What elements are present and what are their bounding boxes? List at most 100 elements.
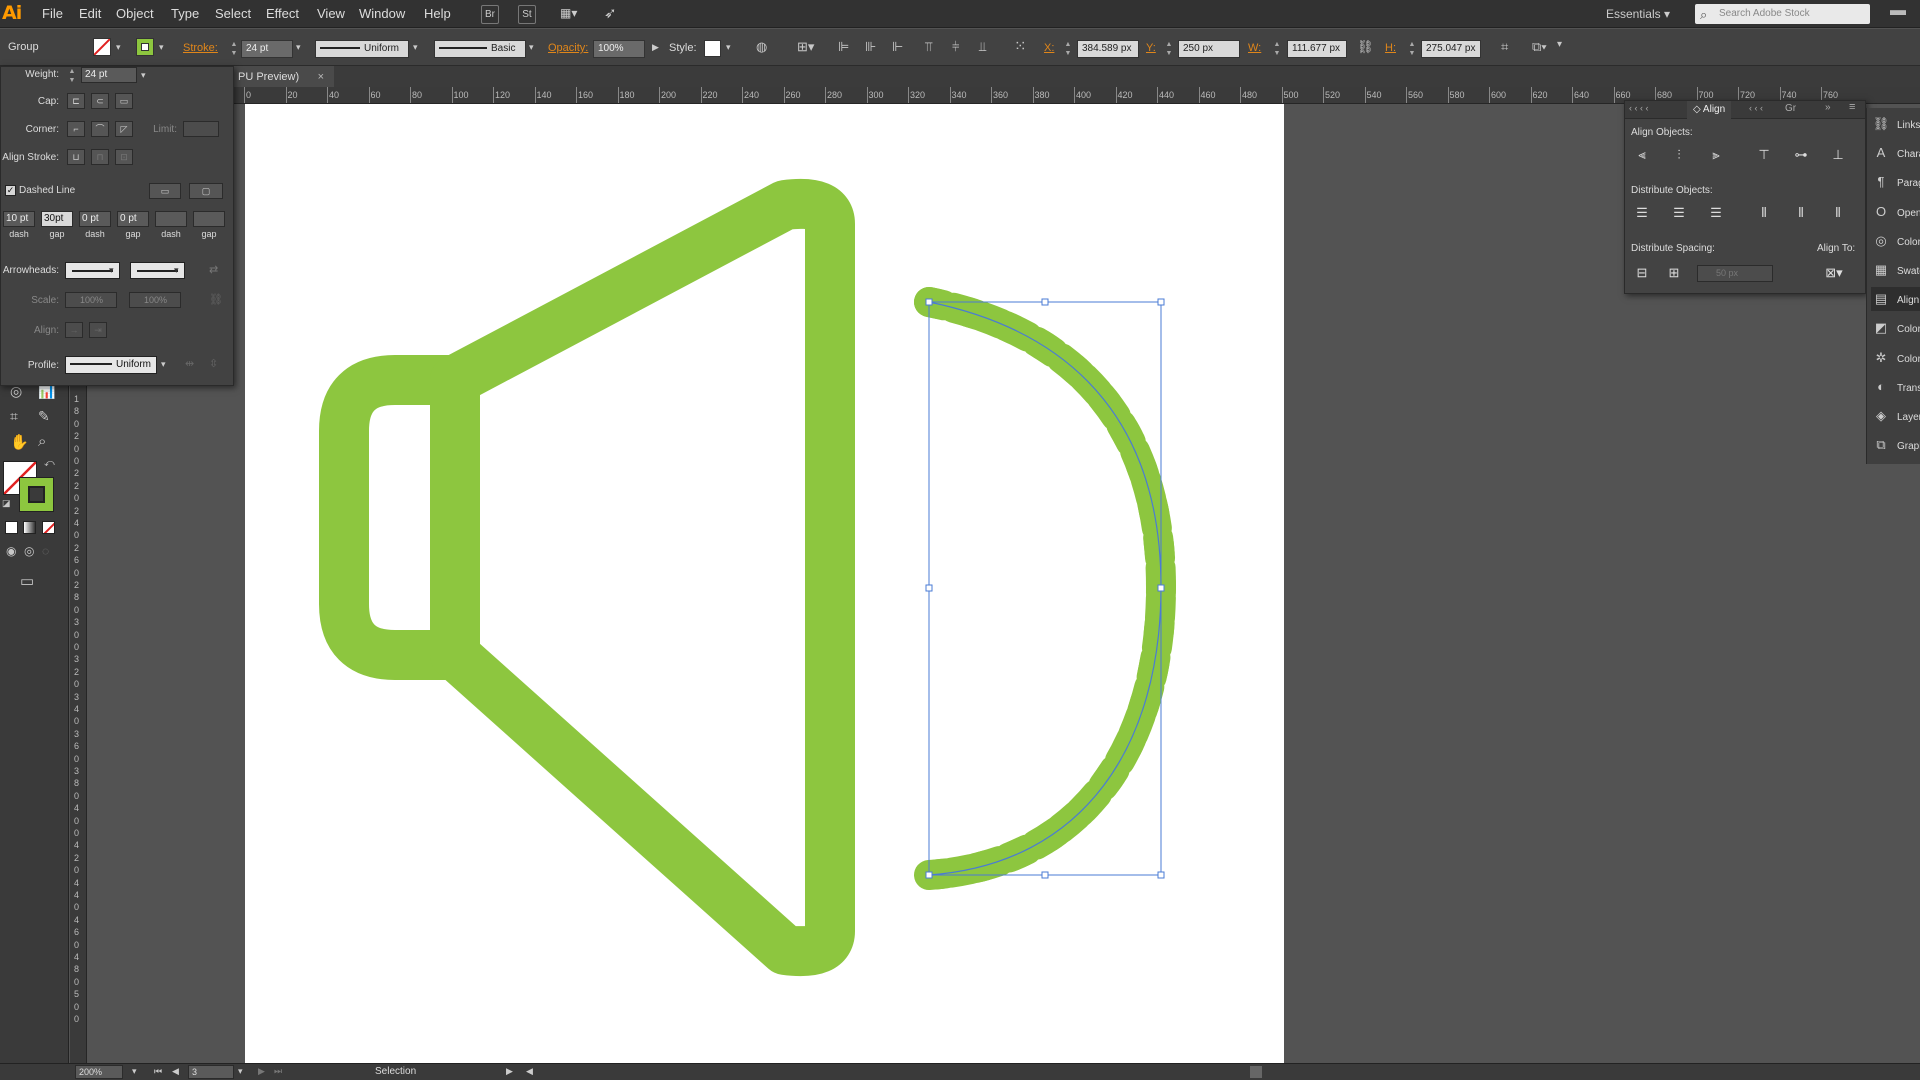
distribute-left-icon[interactable]: ⫴ [1753,203,1775,223]
dock-item-align[interactable]: ▤ Align [1871,287,1920,312]
bevel-join-icon[interactable]: ◸ [115,121,133,137]
stroke-label[interactable]: Stroke: [183,42,218,54]
draw-normal-icon[interactable]: ◉ [6,544,16,558]
y-field[interactable]: 250 px [1178,40,1240,58]
spacing-value-field[interactable]: 50 px [1697,265,1773,282]
width-profile-select[interactable]: Uniform [65,356,157,374]
align-stroke-center-icon[interactable]: ⊔ [67,149,85,165]
gap-2-field[interactable]: 0 pt [117,211,149,227]
handle-bottom-right[interactable] [1157,871,1165,879]
stroke-color-swatch[interactable] [136,38,154,56]
stroke-weight-panel-field[interactable]: 24 pt [81,67,137,83]
flip-along-icon[interactable]: ⇹ [185,357,194,370]
x-label[interactable]: X: [1044,42,1054,54]
fill-none-swatch[interactable] [93,38,111,56]
handle-bottom-left[interactable] [925,871,933,879]
round-join-icon[interactable]: ⌒ [91,121,109,137]
gpu-rocket-icon[interactable]: ➶ [604,4,617,22]
menu-view[interactable]: View [311,0,351,28]
align-dash-corners-icon[interactable]: ▢ [189,183,223,199]
fill-dropdown-icon[interactable]: ▾ [116,42,121,53]
dash-3-field[interactable] [155,211,187,227]
tab-overflow-icon[interactable]: ‹ ‹ ‹ [1749,103,1763,113]
constrain-proportions-icon[interactable]: ⛓ [1357,39,1374,55]
w-spinner[interactable]: ▲ ▼ [1272,40,1282,58]
align-right-icon[interactable]: ⊩ [892,39,903,55]
flip-across-icon[interactable]: ⇳ [209,357,218,370]
menu-file[interactable]: File [36,0,69,28]
arrow-place-icon[interactable]: ⇥ [89,322,107,338]
distribute-hcenter-icon[interactable]: ⫴ [1790,203,1812,223]
next-artboard-icon[interactable]: ▶ [258,1066,265,1077]
menu-object[interactable]: Object [110,0,160,28]
x-field[interactable]: 384.589 px [1077,40,1139,58]
stroke-weight-panel-dropdown-icon[interactable]: ▾ [141,70,146,81]
miter-join-icon[interactable]: ⌐ [67,121,85,137]
graphic-style-swatch[interactable] [704,40,721,57]
style-dropdown-icon[interactable]: ▾ [726,42,731,53]
end-arrowhead-dropdown-icon[interactable]: ▾ [174,265,179,276]
screen-mode-icon[interactable]: ▭ [20,572,34,590]
end-scale-field[interactable]: 100% [129,292,181,308]
distribute-bottom-icon[interactable]: ☰ [1705,203,1727,223]
bridge-button[interactable]: Br [481,5,499,24]
zoom-tool-icon[interactable]: ⌕ [38,433,46,450]
opacity-arrow-icon[interactable]: ▶ [652,42,659,53]
control-menu-icon[interactable]: ▾ [1557,39,1562,50]
align-to-selection-icon[interactable]: ⊞▾ [797,39,814,55]
tab-align[interactable]: ◇ Align [1687,101,1732,119]
stroke-dropdown-icon[interactable]: ▾ [159,42,164,53]
first-artboard-icon[interactable]: ⏮ [154,1066,162,1077]
stroke-weight-spinner[interactable]: ▲ ▼ [229,40,239,58]
menu-select[interactable]: Select [209,0,257,28]
align-left-icon[interactable]: ⊫ [838,39,849,55]
dock-item-transparency[interactable]: ◐ Transparency [1871,375,1920,399]
hscroll-left-icon[interactable]: ◀ [526,1066,533,1077]
isolate-group-icon[interactable]: ⧉▾ [1532,39,1547,55]
zoom-dropdown-icon[interactable]: ▾ [132,1066,137,1077]
align-top-icon[interactable]: ⫪ [925,39,932,55]
align-stroke-outside-icon[interactable]: ⊡ [115,149,133,165]
dock-item-graphic-styles[interactable]: ⧉ Graphic Styles [1871,433,1920,457]
w-label[interactable]: W: [1248,42,1261,54]
expand-panels-icon[interactable]: » [1825,102,1831,113]
search-stock-input[interactable]: ⌕ Search Adobe Stock [1695,4,1870,24]
dock-item-opentype[interactable]: O OpenType [1871,200,1920,224]
status-menu-arrow-icon[interactable]: ▶ [506,1066,513,1077]
slice-tool-icon[interactable]: ✎ [38,408,50,425]
horizontal-align-right-icon[interactable]: ⫸ [1705,145,1727,165]
artboard-tool-icon[interactable]: ⌗ [10,408,18,425]
vertical-distribute-space-icon[interactable]: ⊟ [1631,263,1653,283]
menu-type[interactable]: Type [165,0,205,28]
start-arrowhead-dropdown-icon[interactable]: ▾ [109,265,114,276]
reference-point-icon[interactable]: ⁙ [1014,37,1027,55]
prev-artboard-icon[interactable]: ◀ [172,1066,179,1077]
sound-wave-arc-dashed[interactable] [914,287,1177,890]
h-label[interactable]: H: [1385,42,1396,54]
vertical-align-top-icon[interactable]: ⊤ [1753,145,1775,165]
handle-top-center[interactable] [1041,298,1049,306]
profile-dropdown-icon[interactable]: ▾ [413,42,418,53]
handle-middle-left[interactable] [925,584,933,592]
align-stroke-inside-icon[interactable]: ⊓ [91,149,109,165]
document-tab[interactable]: PU Preview) × [234,66,334,88]
stock-button[interactable]: St [518,5,536,24]
arrange-documents-icon[interactable]: ▦▾ [560,6,588,22]
menu-effect[interactable]: Effect [260,0,305,28]
dashed-line-checkbox[interactable]: ✓ [5,185,16,196]
dock-item-character[interactable]: A Character [1871,141,1920,165]
butt-cap-icon[interactable]: ⊏ [67,93,85,109]
dock-item-swatches[interactable]: ▦ Swatches [1871,258,1920,282]
dock-item-paragraph[interactable]: ¶ Paragraph [1871,170,1920,194]
horizontal-align-center-icon[interactable]: ⫶ [1668,145,1690,165]
none-mode-icon[interactable] [42,521,55,534]
dock-item-color-theme[interactable]: ✲ Color [1871,346,1920,370]
distribute-top-icon[interactable]: ☰ [1631,203,1653,223]
vertical-align-center-icon[interactable]: ⊶ [1790,145,1812,165]
h-spinner[interactable]: ▲ ▼ [1407,40,1417,58]
dash-2-field[interactable]: 0 pt [79,211,111,227]
distribute-vcenter-icon[interactable]: ☰ [1668,203,1690,223]
vertical-align-bottom-icon[interactable]: ⊥ [1827,145,1849,165]
projecting-cap-icon[interactable]: ▭ [115,93,133,109]
stroke-weight-field[interactable]: 24 pt [241,40,293,58]
